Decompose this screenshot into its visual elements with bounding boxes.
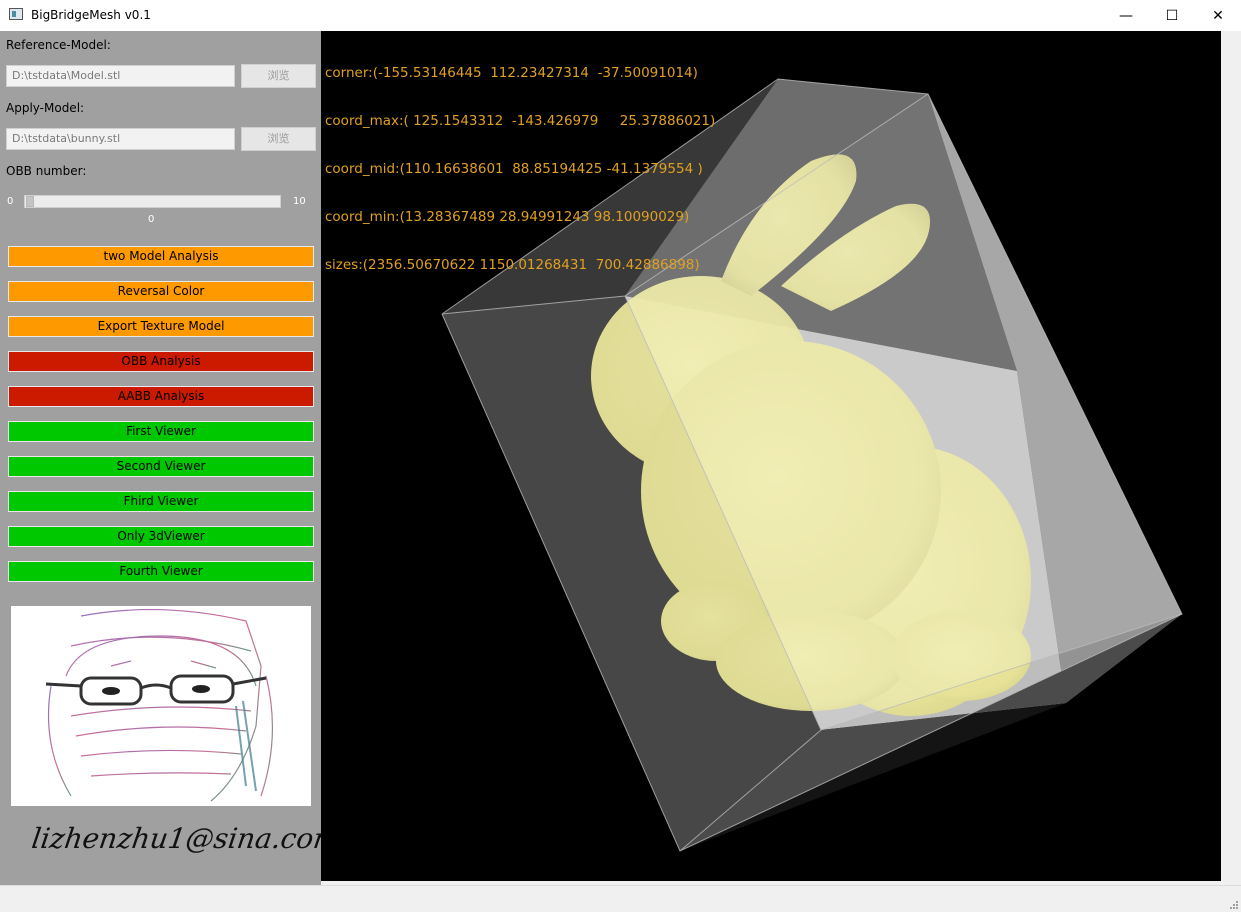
coord-min-line: coord_min:(13.28367489 28.94991243 98.10… — [325, 209, 690, 225]
status-bar — [0, 885, 1241, 912]
slider-handle[interactable] — [26, 196, 34, 207]
obb-analysis-button[interactable]: OBB Analysis — [8, 351, 314, 372]
right-margin — [1221, 31, 1241, 885]
sizes-line: sizes:(2356.50670622 1150.01268431 700.4… — [325, 257, 700, 273]
obb-number-label: OBB number: — [6, 164, 87, 178]
slider-min-label: 0 — [7, 196, 14, 207]
maximize-button[interactable]: ☐ — [1149, 0, 1195, 31]
export-texture-model-button[interactable]: Export Texture Model — [8, 316, 314, 337]
second-viewer-button[interactable]: Second Viewer — [8, 456, 314, 477]
first-viewer-button[interactable]: First Viewer — [8, 421, 314, 442]
two-model-analysis-button[interactable]: two Model Analysis — [8, 246, 314, 267]
3d-viewport[interactable]: corner:(-155.53146445 112.23427314 -37.5… — [321, 31, 1221, 881]
only-3d-viewer-button[interactable]: Only 3dViewer — [8, 526, 314, 547]
coordinates-readout: corner:(-155.53146445 112.23427314 -37.5… — [325, 33, 715, 305]
coord-max-line: coord_max:( 125.1543312 -143.426979 25.3… — [325, 113, 716, 129]
title-bar: BigBridgeMesh v0.1 — ☐ ✕ — [0, 0, 1241, 32]
control-panel: Reference-Model: D:\tstdata\Model.stl 浏览… — [0, 31, 342, 885]
author-sketch-image — [11, 606, 311, 806]
resize-grip-icon[interactable] — [1228, 899, 1238, 909]
minimize-icon: — — [1119, 7, 1133, 24]
coord-mid-line: coord_mid:(110.16638601 88.85194425 -41.… — [325, 161, 703, 177]
slider-max-label: 10 — [293, 196, 306, 207]
aabb-analysis-button[interactable]: AABB Analysis — [8, 386, 314, 407]
reference-browse-button[interactable]: 浏览 — [241, 64, 316, 88]
reference-model-path-field[interactable]: D:\tstdata\Model.stl — [6, 65, 235, 87]
apply-model-path-field[interactable]: D:\tstdata\bunny.stl — [6, 128, 235, 150]
maximize-icon: ☐ — [1165, 7, 1179, 24]
close-icon: ✕ — [1212, 7, 1224, 24]
apply-browse-button[interactable]: 浏览 — [241, 127, 316, 151]
third-viewer-button[interactable]: Fhird Viewer — [8, 491, 314, 512]
app-icon — [9, 8, 23, 20]
reversal-color-button[interactable]: Reversal Color — [8, 281, 314, 302]
obb-number-slider[interactable] — [24, 195, 281, 208]
apply-model-label: Apply-Model: — [6, 101, 85, 115]
reference-model-label: Reference-Model: — [6, 38, 111, 52]
minimize-button[interactable]: — — [1103, 0, 1149, 31]
window-title: BigBridgeMesh v0.1 — [31, 8, 151, 22]
slider-value-label: 0 — [148, 214, 155, 225]
fourth-viewer-button[interactable]: Fourth Viewer — [8, 561, 314, 582]
close-button[interactable]: ✕ — [1195, 0, 1241, 31]
corner-line: corner:(-155.53146445 112.23427314 -37.5… — [325, 65, 698, 81]
author-email: lizhenzhu1@sina.com — [29, 822, 343, 855]
